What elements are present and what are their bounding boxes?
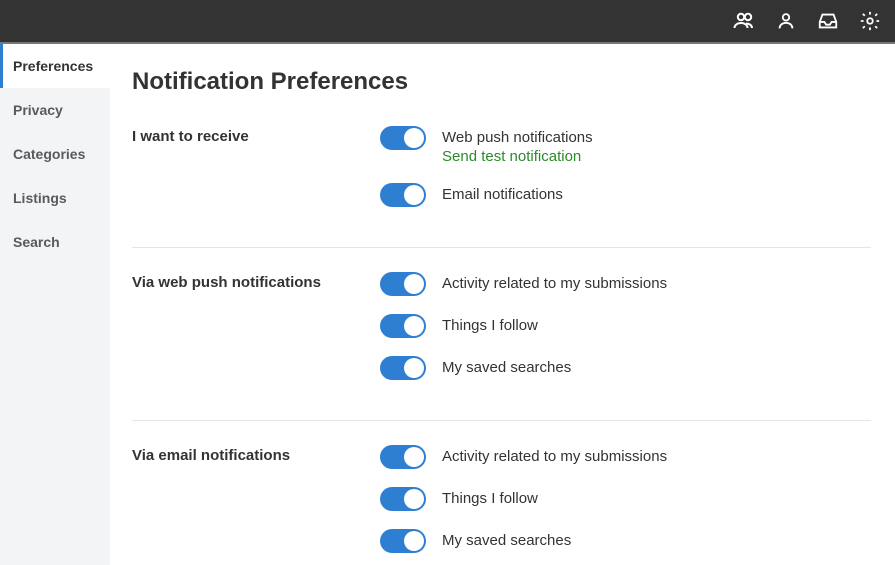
row-label: My saved searches — [442, 532, 571, 549]
pref-row-email-saved: My saved searches — [380, 529, 871, 553]
section-via-web-push: Via web push notifications Activity rela… — [132, 272, 871, 421]
inbox-icon[interactable] — [815, 8, 841, 34]
toggle-email-activity[interactable] — [380, 445, 426, 469]
row-label: Activity related to my submissions — [442, 448, 667, 465]
toggle-web-push[interactable] — [380, 126, 426, 150]
toggle-email-saved[interactable] — [380, 529, 426, 553]
row-label: Email notifications — [442, 186, 563, 203]
pref-row-email-activity: Activity related to my submissions — [380, 445, 871, 469]
row-label: Things I follow — [442, 317, 538, 334]
toggle-email[interactable] — [380, 183, 426, 207]
section-label: Via email notifications — [132, 445, 380, 553]
send-test-notification-link[interactable]: Send test notification — [442, 148, 593, 165]
main-content: Notification Preferences I want to recei… — [110, 44, 895, 565]
toggle-webpush-saved[interactable] — [380, 356, 426, 380]
section-label: I want to receive — [132, 126, 380, 207]
section-via-email: Via email notifications Activity related… — [132, 445, 871, 553]
row-label: Web push notifications — [442, 129, 593, 146]
row-label: My saved searches — [442, 359, 571, 376]
toggle-webpush-follow[interactable] — [380, 314, 426, 338]
pref-row-email-follow: Things I follow — [380, 487, 871, 511]
gear-icon[interactable] — [857, 8, 883, 34]
sidebar: Preferences Privacy Categories Listings … — [0, 44, 110, 565]
section-receive: I want to receive Web push notifications… — [132, 126, 871, 248]
pref-row-webpush-follow: Things I follow — [380, 314, 871, 338]
pref-row-webpush-activity: Activity related to my submissions — [380, 272, 871, 296]
sidebar-item-categories[interactable]: Categories — [0, 132, 110, 176]
topbar — [0, 0, 895, 44]
pref-row-email: Email notifications — [380, 183, 871, 207]
user-icon[interactable] — [773, 8, 799, 34]
sidebar-item-search[interactable]: Search — [0, 220, 110, 264]
toggle-webpush-activity[interactable] — [380, 272, 426, 296]
sidebar-item-label: Search — [13, 234, 60, 250]
sidebar-item-listings[interactable]: Listings — [0, 176, 110, 220]
sidebar-item-privacy[interactable]: Privacy — [0, 88, 110, 132]
section-label: Via web push notifications — [132, 272, 380, 380]
sidebar-item-label: Preferences — [13, 58, 93, 74]
toggle-email-follow[interactable] — [380, 487, 426, 511]
team-icon[interactable] — [731, 8, 757, 34]
sidebar-item-preferences[interactable]: Preferences — [0, 44, 110, 88]
row-label: Things I follow — [442, 490, 538, 507]
sidebar-item-label: Categories — [13, 146, 85, 162]
sidebar-item-label: Listings — [13, 190, 67, 206]
page-title: Notification Preferences — [132, 68, 871, 96]
row-label: Activity related to my submissions — [442, 275, 667, 292]
pref-row-web-push: Web push notifications Send test notific… — [380, 126, 871, 165]
sidebar-item-label: Privacy — [13, 102, 63, 118]
pref-row-webpush-saved: My saved searches — [380, 356, 871, 380]
